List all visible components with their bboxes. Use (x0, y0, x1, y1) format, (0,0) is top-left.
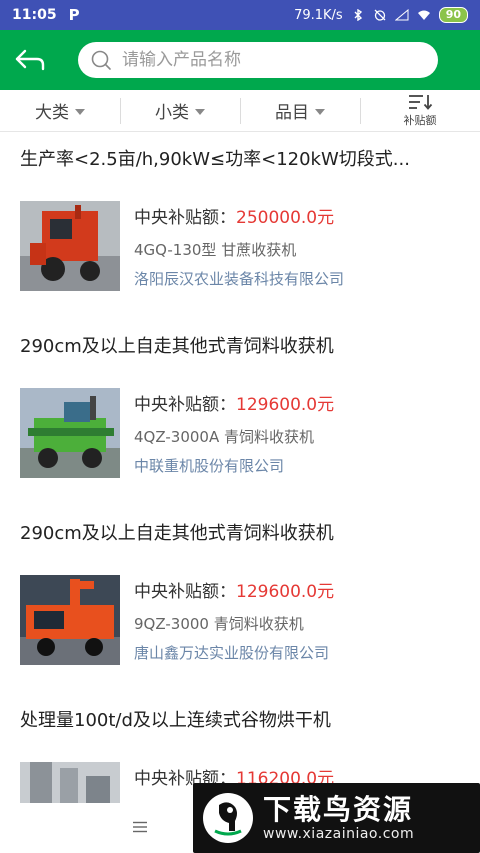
subsidy-value: 250000.0元 (236, 208, 335, 228)
status-right: 79.1K/s 90 (294, 7, 468, 23)
sort-label: 补贴额 (403, 114, 437, 127)
product-title: 处理量100t/d及以上连续式谷物烘干机 (20, 710, 331, 731)
search-icon (91, 50, 111, 70)
filter-item-label: 品目 (275, 103, 309, 123)
product-company: 洛阳辰汉农业装备科技有限公司 (134, 270, 345, 288)
sort-by-subsidy-button[interactable]: 补贴额 (360, 90, 480, 131)
product-list: 生产率<2.5亩/h,90kW≤功率<120kW切段式... 中央补贴额：250… (0, 133, 480, 803)
product-title: 生产率<2.5亩/h,90kW≤功率<120kW切段式... (20, 149, 410, 170)
watermark-text: 下载鸟资源 www.xiazainiao.com (263, 793, 415, 843)
filter-subcategory[interactable]: 小类 (120, 90, 240, 131)
subsidy-label: 中央补贴额： (134, 208, 236, 228)
back-arrow-icon (15, 49, 45, 71)
subsidy-row: 中央补贴额：129600.0元 (134, 577, 334, 602)
wifi-icon (417, 10, 430, 20)
list-item[interactable]: 生产率<2.5亩/h,90kW≤功率<120kW切段式... 中央补贴额：250… (0, 133, 480, 320)
watermark-url: www.xiazainiao.com (263, 826, 415, 842)
product-model: 4QZ-3000A 青饲料收获机 (134, 428, 314, 446)
product-company: 中联重机股份有限公司 (134, 457, 285, 475)
filter-category[interactable]: 大类 (0, 90, 120, 131)
status-bar: 11:05 P 79.1K/s 90 (0, 0, 480, 30)
battery-icon: 90 (438, 7, 468, 23)
product-image (20, 575, 120, 665)
filter-bar: 大类 小类 品目 补贴额 (0, 90, 480, 132)
product-company: 唐山鑫万达实业股份有限公司 (134, 644, 330, 662)
subsidy-label: 中央补贴额： (134, 395, 236, 415)
product-image (20, 201, 120, 291)
alarm-off-icon (374, 9, 386, 21)
subsidy-row: 中央补贴额：250000.0元 (134, 203, 334, 228)
header (0, 30, 480, 90)
filter-item[interactable]: 品目 (240, 90, 360, 131)
search-input[interactable] (122, 50, 412, 70)
watermark-title: 下载鸟资源 (263, 793, 414, 826)
watermark: 下载鸟资源 www.xiazainiao.com (193, 783, 480, 853)
back-button[interactable] (0, 30, 60, 90)
filter-subcategory-label: 小类 (155, 103, 189, 123)
subsidy-label: 中央补贴额： (134, 582, 236, 602)
network-speed: 79.1K/s (294, 7, 343, 23)
bird-logo-icon (203, 793, 253, 843)
filter-category-label: 大类 (35, 103, 69, 123)
signal-icon (394, 9, 409, 21)
search-box[interactable] (78, 42, 438, 78)
product-model: 9QZ-3000 青饲料收获机 (134, 615, 304, 633)
product-title: 290cm及以上自走其他式青饲料收获机 (20, 336, 334, 357)
product-model: 4GQ-130型 甘蔗收获机 (134, 241, 297, 259)
product-image (20, 388, 120, 478)
product-title: 290cm及以上自走其他式青饲料收获机 (20, 523, 334, 544)
subsidy-value: 129600.0元 (236, 395, 335, 415)
list-item[interactable]: 290cm及以上自走其他式青饲料收获机 中央补贴额：129600.0元 9QZ-… (0, 507, 480, 694)
bluetooth-icon (354, 9, 362, 21)
chevron-down-icon (195, 108, 205, 115)
chevron-down-icon (75, 108, 85, 115)
subsidy-row: 中央补贴额：129600.0元 (134, 390, 334, 415)
list-item[interactable]: 290cm及以上自走其他式青饲料收获机 中央补贴额：129600.0元 4QZ-… (0, 320, 480, 507)
sort-icon (409, 95, 433, 110)
status-time: 11:05 (12, 7, 57, 23)
subsidy-value: 129600.0元 (236, 582, 335, 602)
parking-app-icon: P (68, 6, 80, 24)
product-image (20, 762, 120, 803)
chevron-down-icon (315, 108, 325, 115)
menu-icon[interactable] (133, 821, 147, 833)
